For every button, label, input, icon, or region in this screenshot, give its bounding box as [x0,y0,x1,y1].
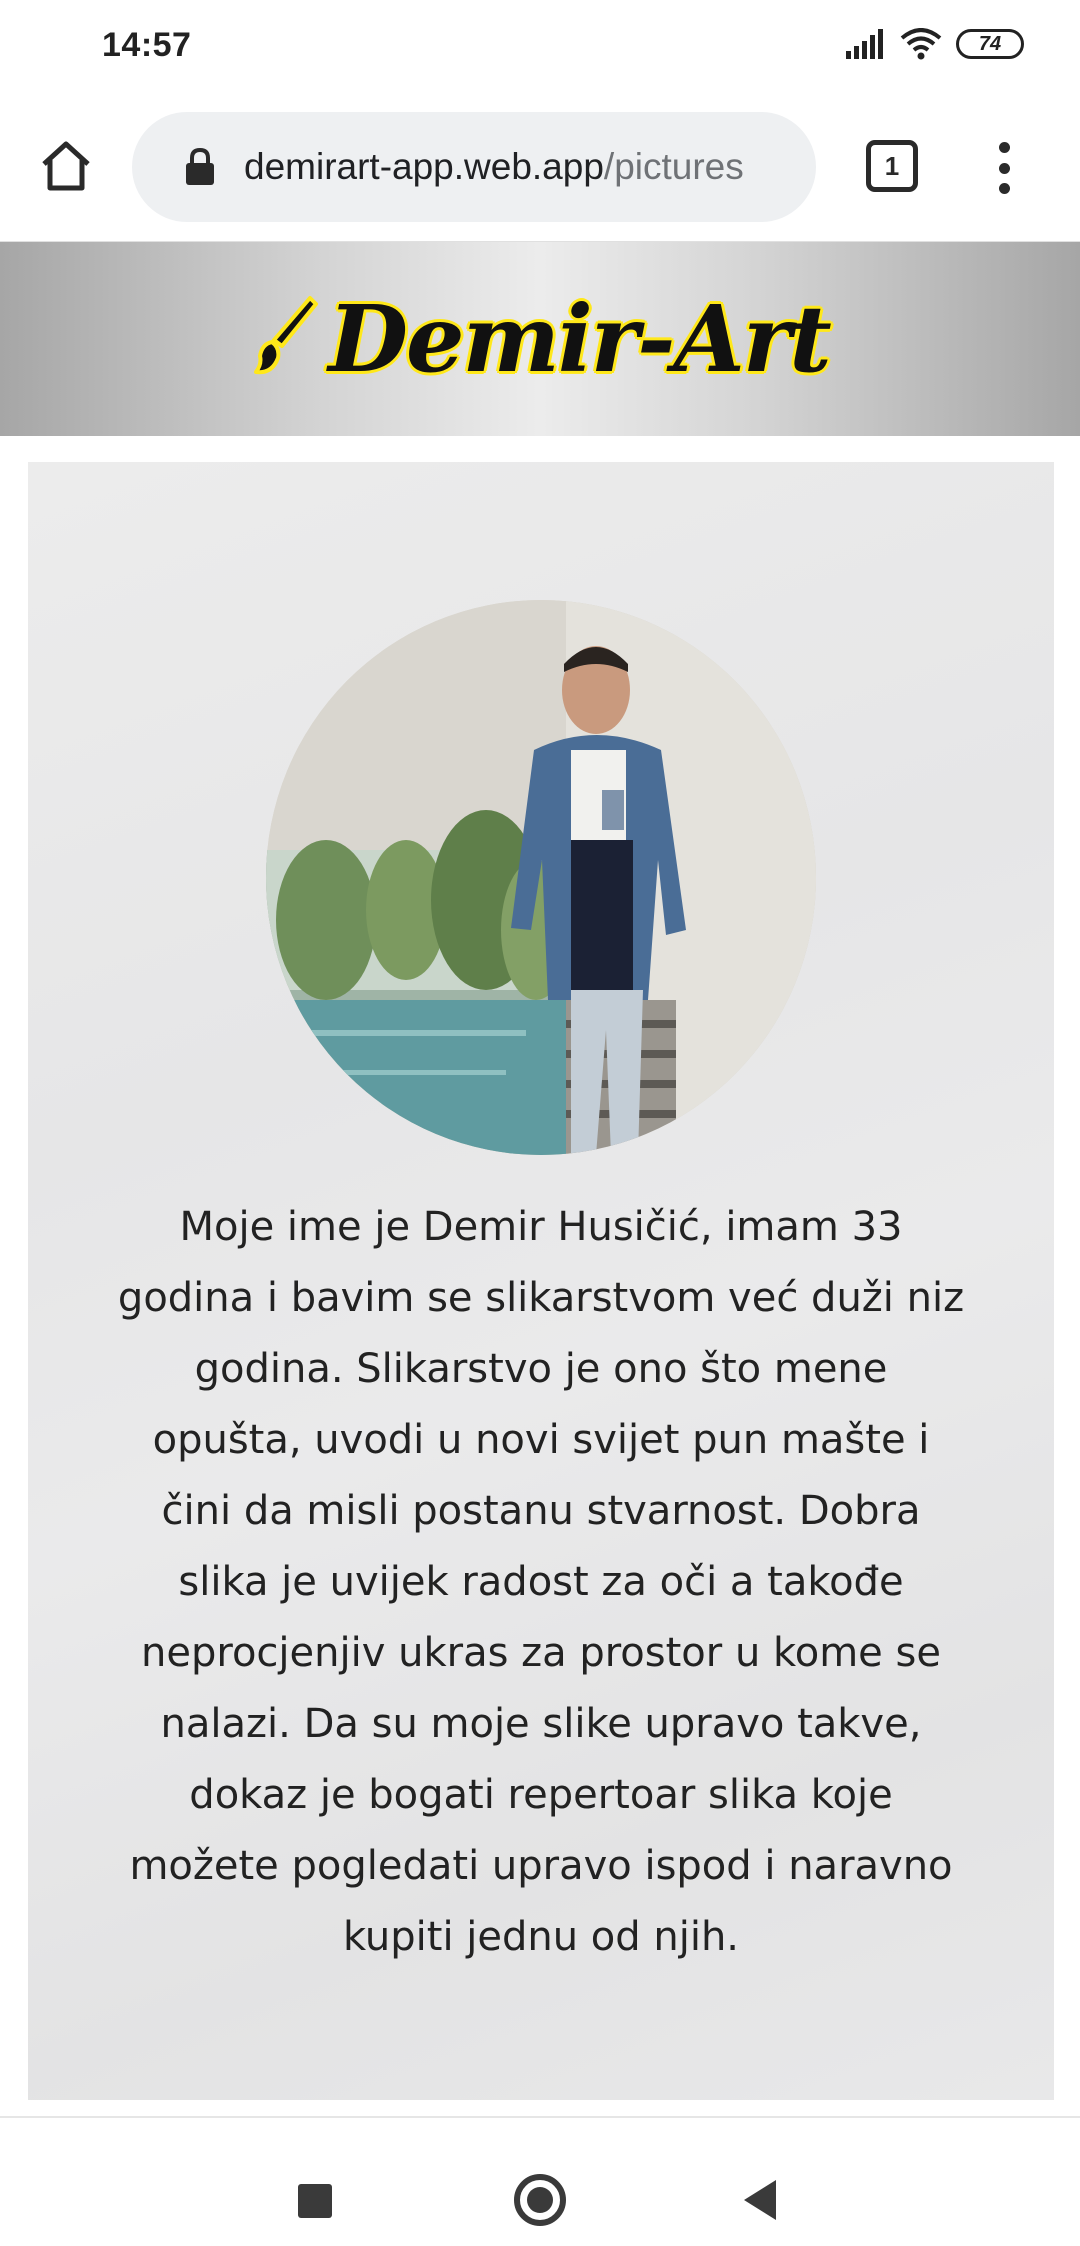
status-bar: 14:57 74 [0,0,1080,100]
url-host: demirart-app.web.app [244,146,604,187]
battery-level: 74 [978,32,1002,55]
logo-text: Demir-Art [328,285,832,393]
paintbrush-icon [254,296,319,375]
wifi-icon [900,28,942,60]
tabs-button[interactable]: 1 [866,140,918,192]
more-menu-icon[interactable] [982,136,1026,200]
site-header: Demir-Art [0,242,1080,436]
artist-photo [266,600,816,1155]
site-logo[interactable]: Demir-Art [250,285,832,393]
status-icons: 74 [844,28,1024,60]
system-nav-bar [0,2116,1080,2246]
browser-toolbar: demirart-app.web.app/pictures 1 [0,100,1080,242]
battery-icon: 74 [956,29,1024,59]
status-time: 14:57 [102,26,192,64]
address-bar[interactable]: demirart-app.web.app/pictures [132,112,816,222]
home-icon [42,141,90,191]
back-icon[interactable] [744,2180,776,2220]
lock-icon [182,147,218,187]
url-path: /pictures [603,146,744,187]
recents-icon[interactable] [298,2184,332,2218]
about-card: Moje ime je Demir Husičić, imam 33 godin… [28,462,1054,2100]
nav-home-icon[interactable] [514,2174,566,2226]
url-text[interactable]: demirart-app.web.app/pictures [244,146,744,188]
about-text: Moje ime je Demir Husičić, imam 33 godin… [117,1204,965,1960]
tab-count: 1 [884,150,900,181]
signal-icon [846,29,883,59]
browser-home-button[interactable] [32,132,100,200]
